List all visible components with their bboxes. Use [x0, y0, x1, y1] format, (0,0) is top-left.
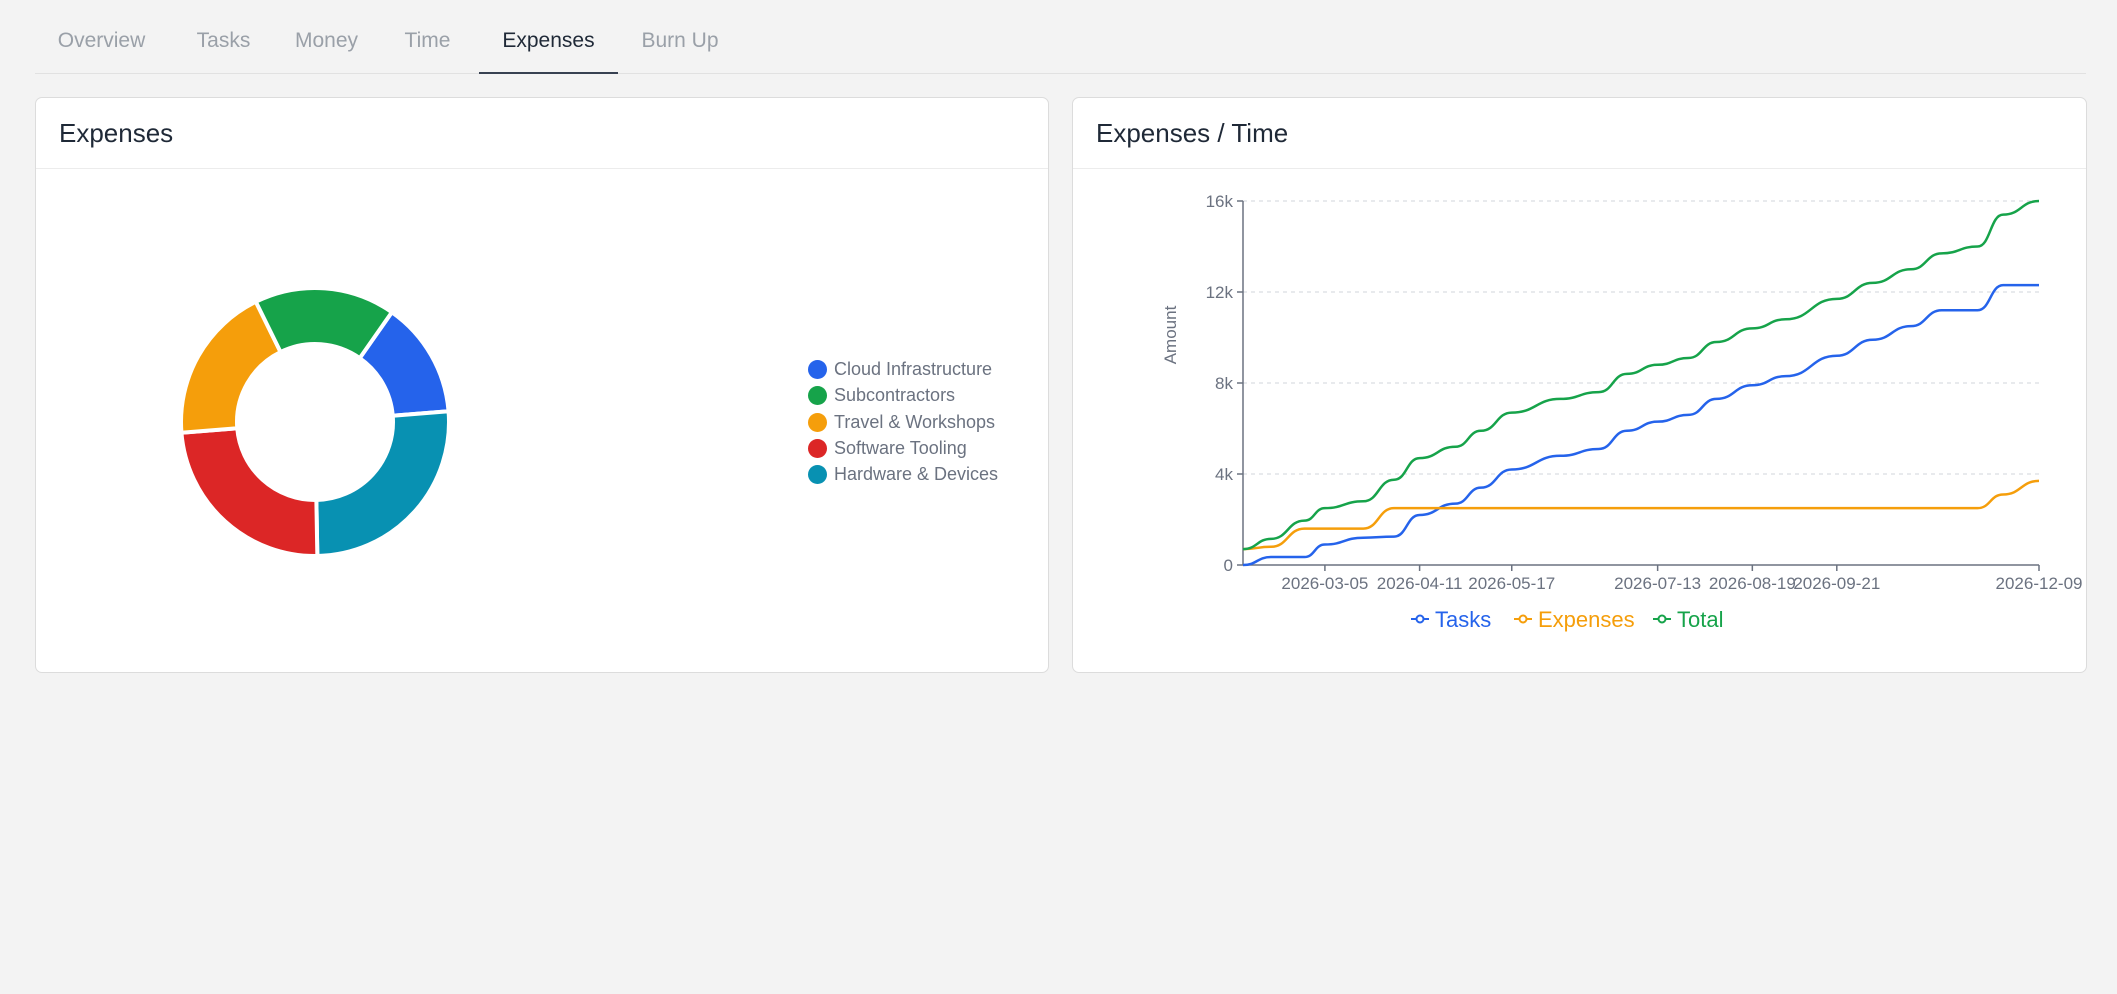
legend-label: Total	[1677, 607, 1723, 632]
legend-label: Expenses	[1538, 607, 1635, 632]
y-tick-label: 8k	[1215, 374, 1233, 393]
tab-bar: Overview Tasks Money Time Expenses Burn …	[35, 0, 2086, 74]
y-tick-label: 16k	[1206, 192, 1234, 211]
legend-label: Software Tooling	[834, 437, 967, 458]
expenses-time-card: Expenses / Time 0 4k 8k 12k 16k 2026-03-05 202…	[1072, 97, 2087, 673]
tab-time[interactable]: Time	[391, 0, 464, 73]
tab-tasks[interactable]: Tasks	[185, 0, 262, 73]
legend-swatch	[808, 360, 827, 379]
legend-label: Travel & Workshops	[834, 411, 996, 432]
legend-label: Hardware & Devices	[834, 464, 999, 485]
tab-overview[interactable]: Overview	[35, 0, 168, 73]
expenses-card-title: Expenses	[36, 98, 1048, 169]
x-tick-label: 2026-12-09	[1996, 574, 2083, 593]
x-tick-label: 2026-05-17	[1468, 574, 1555, 593]
legend-swatch	[808, 412, 827, 432]
legend-label: Tasks	[1435, 607, 1491, 632]
legend-label: Cloud Infrastructure	[834, 359, 993, 379]
tab-expenses[interactable]: Expenses	[479, 0, 618, 74]
y-tick-label: 4k	[1215, 465, 1233, 484]
expenses-time-card-title: Expenses / Time	[1073, 98, 2086, 169]
x-tick-label: 2026-09-21	[1793, 574, 1880, 593]
legend-marker	[1415, 614, 1425, 624]
legend-marker	[1657, 614, 1667, 624]
tab-money[interactable]: Money	[281, 0, 372, 73]
doughnut-slice-software-tooling[interactable]	[179, 426, 320, 558]
legend-swatch	[808, 438, 827, 458]
legend-item-expenses[interactable]: Expenses	[1514, 607, 1635, 632]
x-tick-label: 2026-04-11	[1377, 574, 1463, 593]
expenses-card: Expenses Cloud Infrastructure Subcontract…	[35, 97, 1049, 673]
x-tick-label: 2026-08-19	[1709, 574, 1796, 593]
legend-item-tasks[interactable]: Tasks	[1411, 607, 1491, 632]
y-tick-label: 12k	[1206, 283, 1234, 302]
y-axis-label: Amount	[1161, 305, 1180, 364]
y-tick-label: 0	[1224, 556, 1233, 575]
series-line-total	[1242, 199, 2040, 551]
expenses-time-line-chart: 0 4k 8k 12k 16k 2026-03-05 2026-04-11 2026-05-1…	[1161, 192, 2083, 632]
legend-label: Subcontractors	[834, 385, 956, 406]
legend-item-total[interactable]: Total	[1653, 607, 1723, 632]
tab-burn-up[interactable]: Burn Up	[635, 0, 725, 73]
series-line-tasks	[1242, 283, 2039, 567]
doughnut-slice-hardware-and-devices[interactable]	[314, 409, 451, 559]
x-tick-label: 2026-07-13	[1614, 574, 1701, 593]
legend-marker	[1518, 614, 1528, 624]
x-tick-label: 2026-03-05	[1281, 574, 1368, 593]
